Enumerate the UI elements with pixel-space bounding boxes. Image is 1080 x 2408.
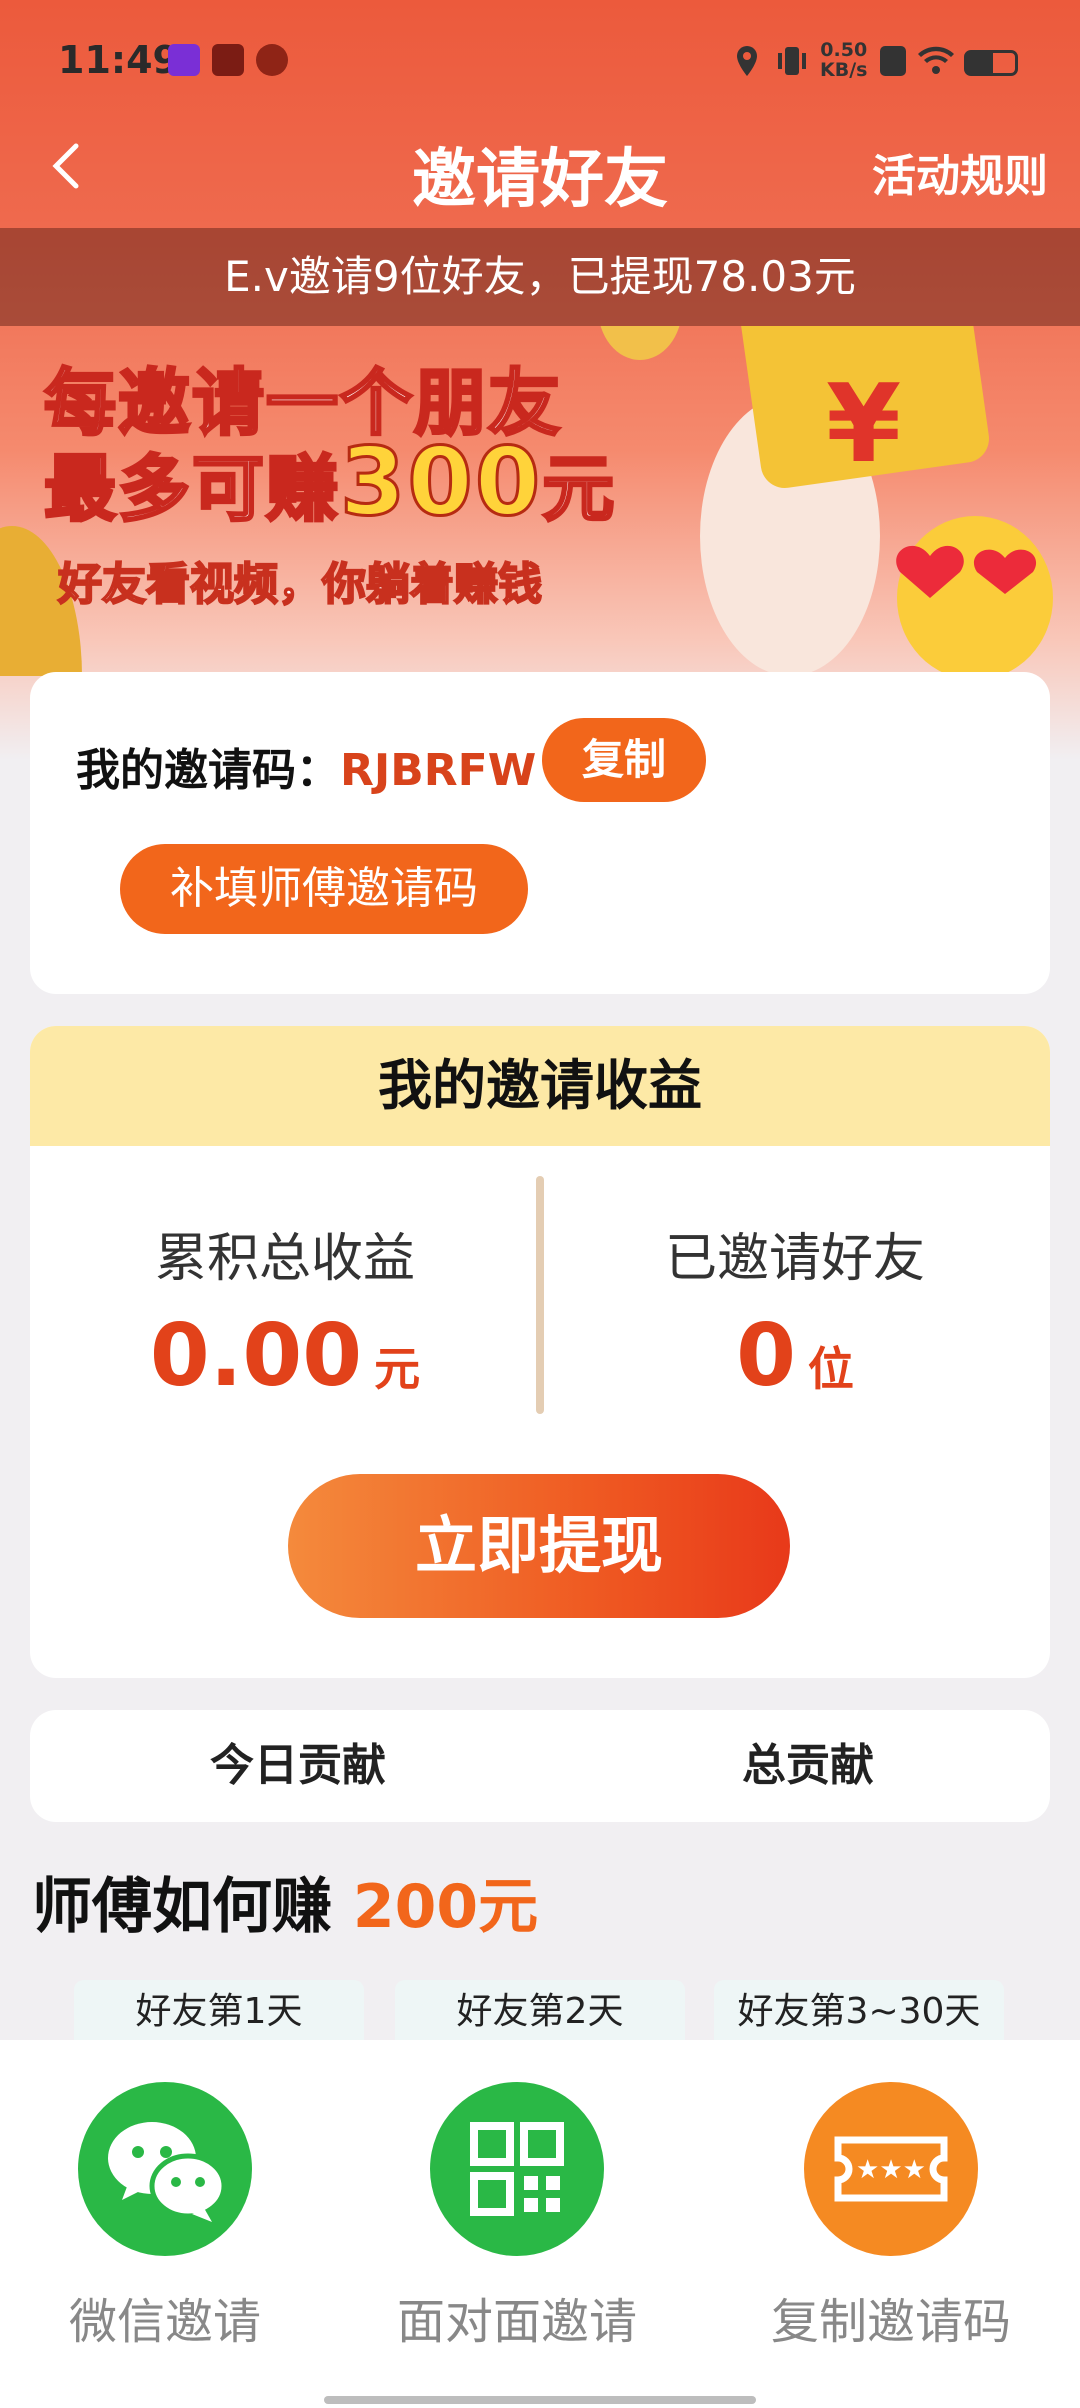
invite-notice-ticker: E.v邀请9位好友，已提现78.03元 [0, 228, 1080, 326]
music-app-icon [168, 44, 200, 76]
invited-friends-value: 0位 [540, 1306, 1050, 1406]
day-tab-2[interactable]: 好友第2天 [395, 1980, 685, 2044]
location-icon [737, 46, 757, 76]
day-tab-3[interactable]: 好友第3~30天 [714, 1980, 1004, 2044]
coupon-yen-symbol: ¥ [826, 362, 902, 487]
invited-friends-number: 0 [736, 1306, 796, 1406]
how-to-earn-heading: 师傅如何赚 200元 [32, 1858, 538, 1945]
earnings-card: 我的邀请收益 累积总收益 0.00 元 已邀请好友 0位 立即提现 [30, 1026, 1050, 1678]
invite-code-label: 我的邀请码： [76, 745, 340, 796]
invited-friends-unit: 位 [807, 1342, 854, 1396]
nav-bar: 邀请好友 活动规则 [0, 118, 1080, 218]
wechat-icon [78, 2082, 252, 2256]
app-notification-icon [256, 44, 288, 76]
activity-rules-link[interactable]: 活动规则 [872, 140, 1048, 204]
tab-total-contribution[interactable]: 总贡献 [742, 1710, 874, 1822]
banner-reward-unit: 元 [541, 446, 617, 533]
network-speed-unit: KB/s [820, 59, 868, 81]
wechat-invite-label: 微信邀请 [68, 2294, 261, 2350]
total-earnings-value: 0.00 元 [30, 1306, 540, 1406]
banner-reward-amount: 300 [339, 427, 543, 539]
promo-banner: ¥ 每邀请一个朋友 最多可赚300元 好友看视频，你躺着赚钱 [0, 326, 1080, 676]
sim-disabled-icon [880, 46, 906, 76]
invited-friends-label: 已邀请好友 [664, 1229, 925, 1289]
how-to-earn-prefix: 师傅如何赚 [32, 1872, 332, 1942]
battery-icon [964, 50, 1018, 76]
contribution-bar: 今日贡献 总贡献 [30, 1710, 1050, 1822]
total-earnings-unit: 元 [374, 1342, 421, 1396]
tab-today-contribution[interactable]: 今日贡献 [210, 1710, 386, 1822]
banner-reward-line: 最多可赚300元 [42, 427, 617, 539]
svg-text:★★★: ★★★ [856, 2155, 926, 2185]
copy-code-button[interactable]: 复制 [542, 718, 706, 802]
withdraw-button[interactable]: 立即提现 [288, 1474, 790, 1618]
total-earnings-label: 累积总收益 [154, 1229, 415, 1289]
banner-reward-prefix: 最多可赚 [42, 446, 341, 533]
copy-invite-code-label: 复制邀请码 [770, 2294, 1011, 2350]
banner-subtitle: 好友看视频，你躺着赚钱 [57, 558, 543, 611]
network-speed-value: 0.50 [820, 39, 868, 61]
day-tab-1[interactable]: 好友第1天 [74, 1980, 364, 2044]
home-indicator[interactable] [324, 2396, 756, 2404]
face-to-face-invite-label: 面对面邀请 [396, 2294, 637, 2350]
total-earnings-number: 0.00 [149, 1306, 363, 1406]
ticket-icon: ★★★ [804, 2082, 978, 2256]
invite-code-row: 我的邀请码：RJBRFW [76, 734, 536, 798]
wechat-invite-button[interactable]: 微信邀请 [0, 2082, 330, 2352]
share-bar: 微信邀请 面对面邀请 ★★★ 复制邀请码 [0, 2040, 1080, 2408]
fill-master-code-button[interactable]: 补填师傅邀请码 [120, 844, 528, 934]
status-bar: 11:49 0.50 KB/s [0, 0, 1080, 130]
wifi-icon [918, 46, 954, 74]
mail-app-icon [212, 44, 244, 76]
vibrate-icon [778, 47, 806, 75]
face-to-face-invite-button[interactable]: 面对面邀请 [352, 2082, 682, 2352]
earnings-title: 我的邀请收益 [30, 1026, 1050, 1146]
total-earnings-stat: 累积总收益 0.00 元 [30, 1146, 540, 1416]
invite-code-card: 我的邀请码：RJBRFW 复制 补填师傅邀请码 [30, 672, 1050, 994]
status-time: 11:49 [58, 38, 179, 82]
invited-friends-stat: 已邀请好友 0位 [540, 1146, 1050, 1416]
copy-invite-code-button[interactable]: ★★★ 复制邀请码 [726, 2082, 1056, 2352]
network-speed: 0.50 KB/s [820, 40, 867, 80]
qr-code-icon [430, 2082, 604, 2256]
how-to-earn-amount: 200元 [352, 1872, 539, 1942]
invite-code-value: RJBRFW [340, 745, 537, 796]
